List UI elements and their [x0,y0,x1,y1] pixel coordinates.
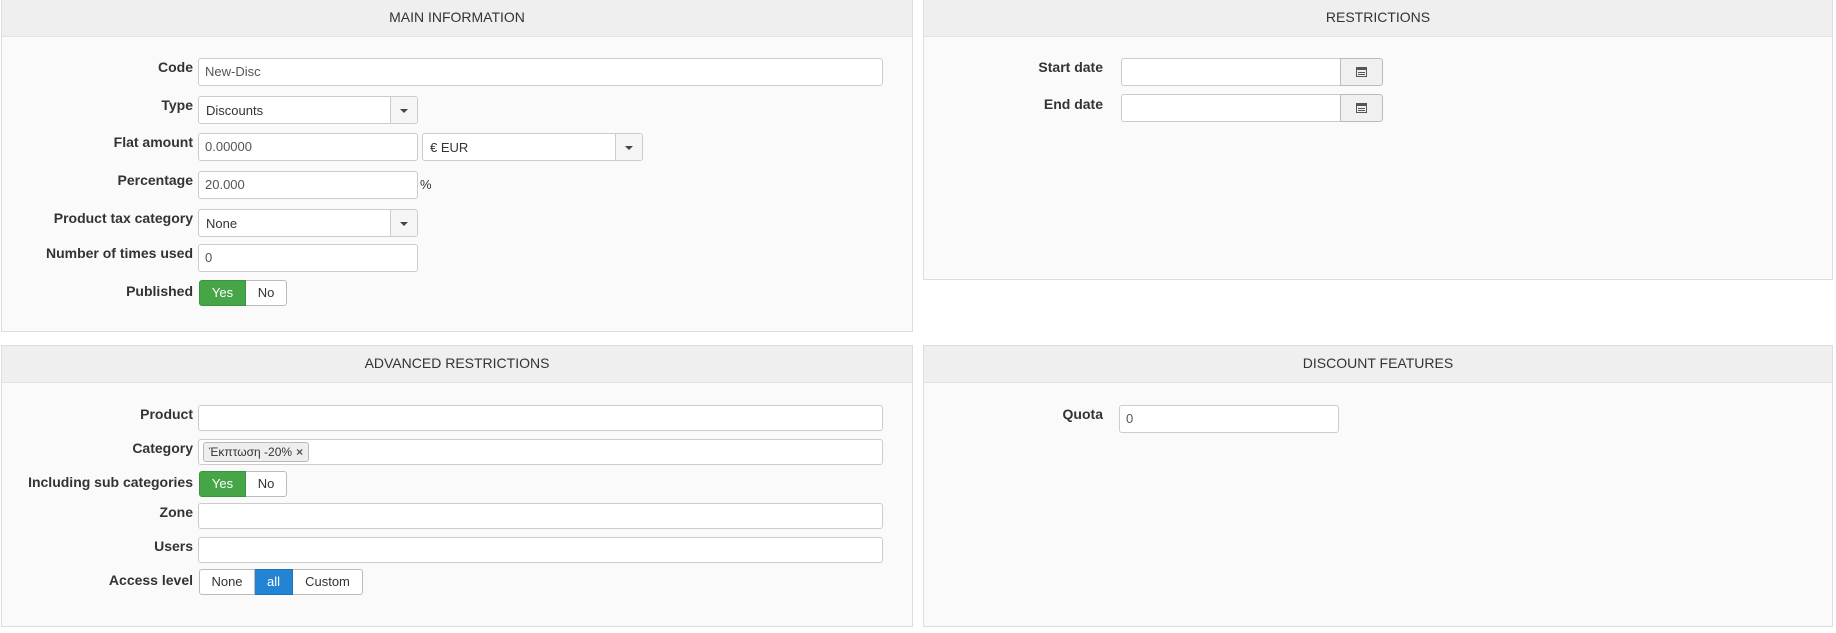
chevron-down-icon [625,146,633,150]
discount-features-panel: DISCOUNT FEATURES Quota 0 [923,345,1833,627]
access-level-none-button[interactable]: None [199,569,255,595]
quota-label: Quota [1062,406,1103,422]
published-no-button[interactable]: No [246,280,287,306]
times-used-label: Number of times used [45,245,193,261]
discount-features-title: DISCOUNT FEATURES [924,346,1832,383]
sub-categories-toggle: Yes No [199,471,287,497]
chevron-down-icon [400,109,408,113]
published-toggle: Yes No [199,280,287,306]
product-tax-category-value: None [206,216,238,231]
percent-sign: % [420,177,432,192]
category-label: Category [132,440,193,456]
flat-amount-field[interactable]: 0.00000 [198,133,418,161]
zone-field[interactable] [198,503,883,529]
category-tag-label: Έκπτωση -20% [209,445,293,459]
access-level-selector: None all Custom [199,569,363,595]
currency-dropdown-button[interactable] [615,134,642,160]
flat-amount-label: Flat amount [113,134,193,150]
restrictions-panel: RESTRICTIONS Start date End date [923,0,1833,280]
type-dropdown-button[interactable] [390,97,417,123]
start-date-field[interactable] [1121,58,1341,86]
times-used-field[interactable]: 0 [198,244,418,272]
users-label: Users [154,538,193,554]
type-label: Type [161,97,193,113]
start-date-calendar-button[interactable] [1340,58,1383,86]
sub-categories-no-button[interactable]: No [246,471,287,497]
main-information-panel: MAIN INFORMATION Code New-Disc Type Disc… [1,0,913,332]
calendar-icon [1356,67,1367,77]
chevron-down-icon [400,222,408,226]
type-select-value: Discounts [206,103,264,118]
category-field[interactable]: Έκπτωση -20% × [198,439,883,465]
product-tax-category-label: Product tax category [53,210,193,226]
published-yes-button[interactable]: Yes [199,280,246,306]
type-select[interactable]: Discounts [198,96,418,124]
close-icon[interactable]: × [296,445,303,459]
end-date-label: End date [1043,96,1103,112]
advanced-restrictions-panel: ADVANCED RESTRICTIONS Product Category Έ… [1,345,913,627]
end-date-field[interactable] [1121,94,1341,122]
start-date-label: Start date [1038,59,1103,75]
sub-categories-yes-button[interactable]: Yes [199,471,246,497]
access-level-all-button[interactable]: all [255,569,293,595]
product-label: Product [140,406,193,422]
percentage-field[interactable]: 20.000 [198,171,418,199]
code-label: Code [158,59,193,75]
sub-categories-label: Including sub categories [28,474,193,490]
quota-field[interactable]: 0 [1119,405,1339,433]
access-level-label: Access level [108,572,193,588]
access-level-custom-button[interactable]: Custom [293,569,363,595]
calendar-icon [1356,103,1367,113]
zone-label: Zone [159,504,193,520]
product-tax-category-select[interactable]: None [198,209,418,237]
main-information-title: MAIN INFORMATION [2,0,912,37]
percentage-label: Percentage [117,172,193,188]
published-label: Published [126,283,193,299]
users-field[interactable] [198,537,883,563]
currency-select-value: € EUR [430,140,469,155]
product-field[interactable] [198,405,883,431]
restrictions-title: RESTRICTIONS [924,0,1832,37]
code-field[interactable]: New-Disc [198,58,883,86]
product-tax-category-dropdown-button[interactable] [390,210,417,236]
currency-select[interactable]: € EUR [422,133,643,161]
category-tag: Έκπτωση -20% × [203,442,310,462]
advanced-restrictions-title: ADVANCED RESTRICTIONS [2,346,912,383]
end-date-calendar-button[interactable] [1340,94,1383,122]
